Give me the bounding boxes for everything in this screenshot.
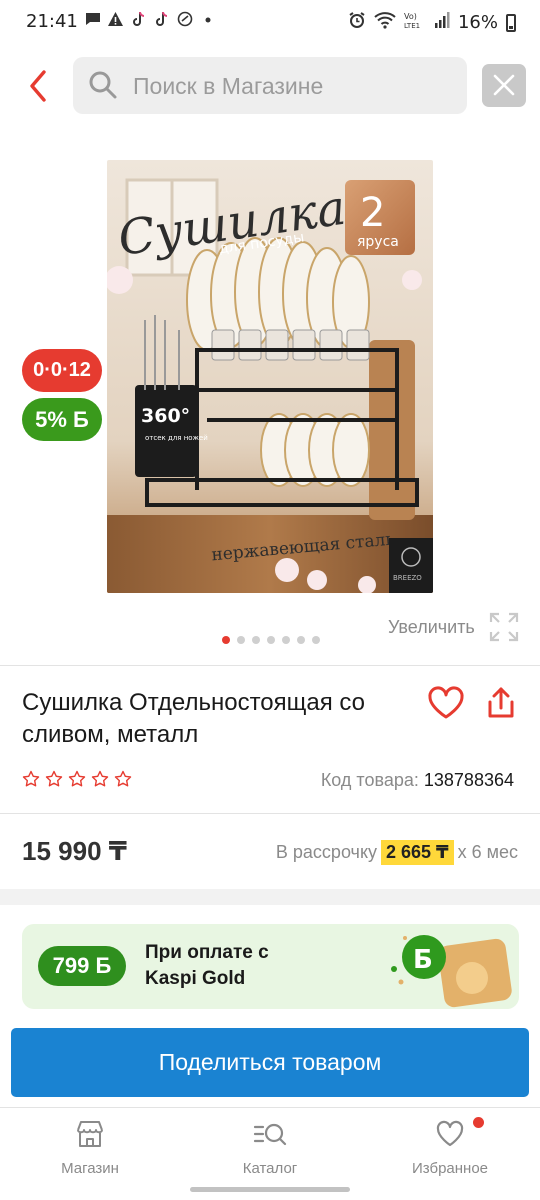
- notification-icons: [84, 11, 216, 28]
- notification-dot: [473, 1117, 484, 1128]
- gallery-dot[interactable]: [237, 636, 245, 644]
- tier-badge-text: яруса: [357, 234, 399, 250]
- tiktok-icon: [130, 11, 147, 28]
- kaspi-gold-promo[interactable]: 799 Б При оплате с Kaspi Gold Б: [22, 924, 519, 1009]
- promo-line2: Kaspi Gold: [145, 968, 246, 989]
- installment-amount: 2 665 ₸: [381, 840, 454, 865]
- brand-label: BREEZO: [393, 574, 422, 582]
- product-code-label: Код товара:: [320, 770, 419, 790]
- alarm-icon: [348, 11, 366, 34]
- system-icons: Vo) LTE1 16%: [348, 11, 516, 34]
- clear-search-button[interactable]: [482, 64, 526, 107]
- section-gap: [0, 889, 540, 905]
- share-product-button[interactable]: Поделиться товаром: [11, 1028, 529, 1097]
- nav-item-catalog[interactable]: Каталог: [200, 1118, 340, 1177]
- gallery-dot[interactable]: [297, 636, 305, 644]
- gallery-dot[interactable]: [282, 636, 290, 644]
- promo-line1: При оплате с: [145, 942, 269, 963]
- wifi-icon: [374, 11, 396, 34]
- search-input[interactable]: Поиск в Магазине: [133, 73, 323, 100]
- nav-label: Каталог: [242, 1160, 298, 1177]
- star-icons: [22, 770, 132, 787]
- search-icon: [87, 69, 119, 106]
- bonus-badge: 5% Б: [22, 398, 102, 441]
- status-time: 21:41: [26, 11, 78, 32]
- gallery-dot[interactable]: [222, 636, 230, 644]
- promo-text: При оплате с Kaspi Gold: [145, 940, 269, 992]
- installment-badge: 0·0·12: [22, 349, 102, 392]
- warning-icon: [107, 11, 124, 28]
- favorite-heart-icon[interactable]: [427, 686, 465, 725]
- store-icon: [77, 1121, 103, 1147]
- gallery-dot[interactable]: [312, 636, 320, 644]
- close-icon: [493, 74, 515, 96]
- svg-text:LTE1: LTE1: [404, 22, 420, 29]
- rating-stars[interactable]: [22, 770, 134, 788]
- sync-icon: [176, 11, 193, 28]
- gallery-dots[interactable]: [222, 636, 320, 644]
- product-code-value: 138788364: [423, 770, 514, 790]
- svg-text:Б: Б: [413, 945, 433, 975]
- product-image[interactable]: 360° отсек для ножей Сушилка для посуды …: [107, 160, 433, 593]
- product-photo: 360° отсек для ножей Сушилка для посуды …: [107, 160, 433, 593]
- battery-percent: 16%: [457, 12, 498, 33]
- tiktok-icon: [153, 11, 170, 28]
- divider: [0, 813, 540, 814]
- share-icon[interactable]: [485, 686, 517, 725]
- product-price: 15 990 ₸: [22, 836, 127, 866]
- status-bar: 21:41 Vo) LTE1 16%: [0, 0, 540, 44]
- kaspi-gold-card-icon: Б: [391, 935, 512, 1008]
- rotate-sub: отсек для ножей: [145, 434, 208, 442]
- zoom-link[interactable]: Увеличить: [388, 617, 475, 638]
- product-title: Сушилка Отдельностоящая со сливом, метал…: [22, 689, 366, 748]
- nav-label: Магазин: [61, 1160, 119, 1177]
- search-bar[interactable]: Поиск в Магазине: [73, 57, 467, 114]
- nav-item-favorites[interactable]: Избранное: [380, 1118, 520, 1177]
- gallery-dot[interactable]: [252, 636, 260, 644]
- home-indicator[interactable]: [190, 1187, 350, 1192]
- chat-icon: [84, 11, 101, 28]
- installment-info[interactable]: В рассрочку 2 665 ₸ х 6 мес: [276, 840, 518, 865]
- promo-bonus: 799 Б: [38, 946, 126, 986]
- product-code: Код товара: 138788364: [321, 770, 514, 791]
- catalog-search-icon: [253, 1123, 287, 1146]
- gallery-dot[interactable]: [267, 636, 275, 644]
- svg-text:Vo): Vo): [404, 12, 417, 21]
- nav-item-store[interactable]: Магазин: [20, 1118, 160, 1177]
- volte-icon: Vo) LTE1: [404, 11, 426, 34]
- installment-prefix: В рассрочку: [275, 842, 378, 862]
- battery-icon: [506, 13, 516, 32]
- dot-icon: [199, 11, 216, 28]
- expand-icon[interactable]: [489, 612, 519, 647]
- heart-icon: [436, 1120, 464, 1147]
- rotate-label: 360°: [141, 405, 190, 427]
- signal-icon: [434, 11, 450, 34]
- installment-suffix: х 6 мес: [457, 842, 518, 862]
- tier-badge-number: 2: [360, 190, 385, 236]
- back-button[interactable]: [24, 66, 56, 106]
- divider: [0, 665, 540, 666]
- nav-label: Избранное: [411, 1160, 489, 1177]
